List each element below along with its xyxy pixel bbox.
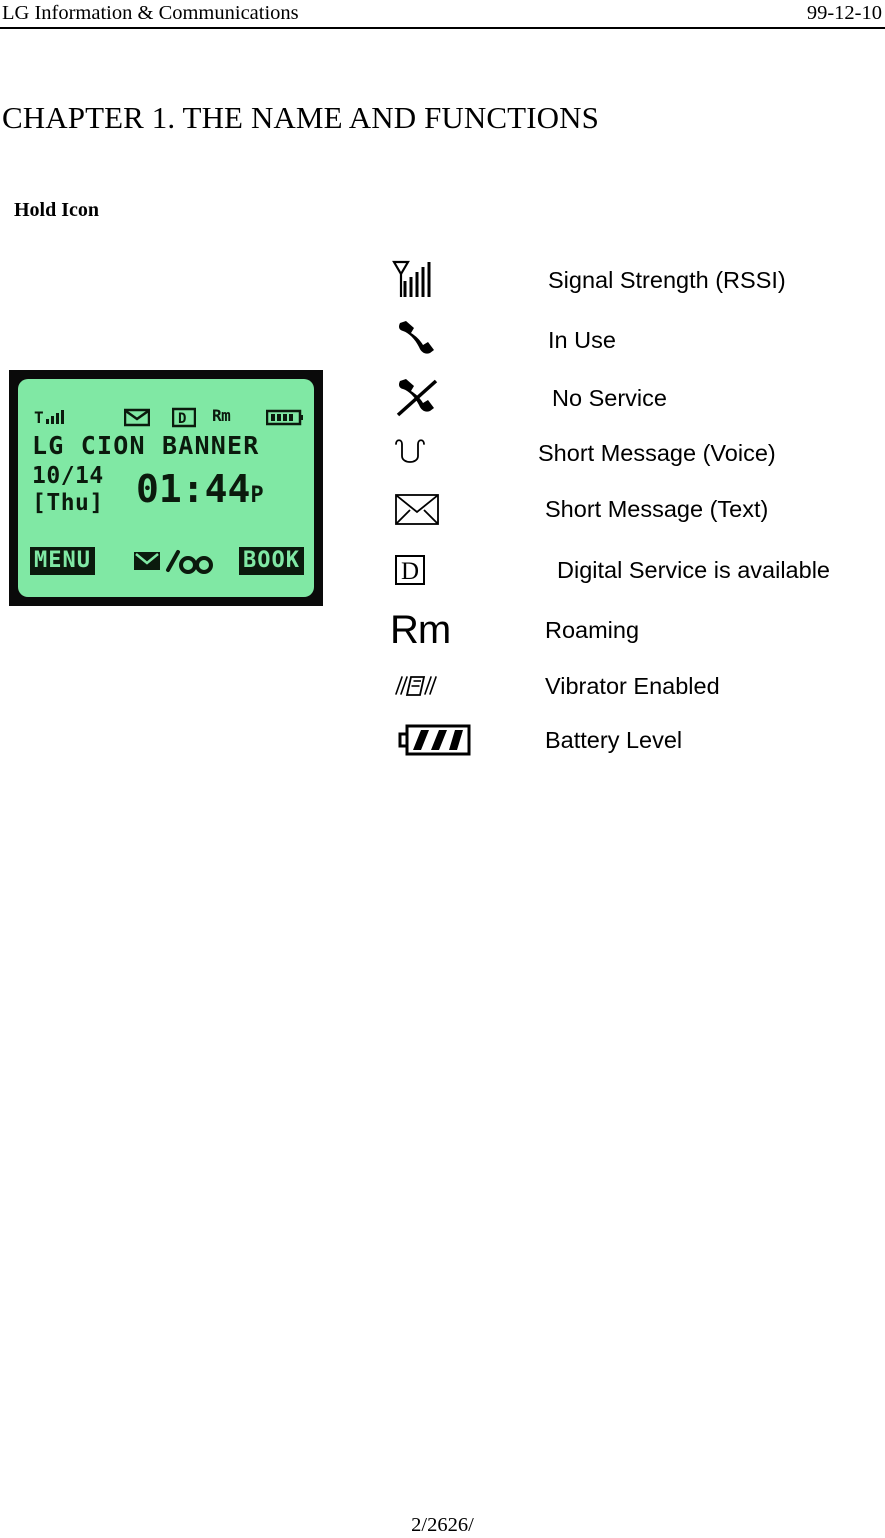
lcd-softkey-book: BOOK (239, 547, 304, 575)
roaming-rm-icon: Rm (212, 406, 231, 425)
legend-label: In Use (548, 326, 616, 353)
battery-icon (265, 406, 304, 432)
digital-service-icon: D (395, 539, 515, 601)
digital-d-icon: D (171, 406, 197, 432)
text-message-icon (393, 479, 513, 539)
legend-row: Short Message (Text) (390, 479, 885, 539)
handset-no-service-icon (392, 369, 512, 427)
lcd-time-ampm: P (250, 483, 264, 508)
legend-row: Battery Level (390, 712, 885, 767)
legend-label: Signal Strength (RSSI) (548, 267, 786, 293)
envelope-icon (123, 406, 151, 432)
header-date: 99-12-10 (806, 2, 882, 24)
lcd-date-text: 10/14 (32, 463, 104, 489)
legend-row: Rm Roaming (390, 601, 885, 659)
roaming-letters: Rm (390, 608, 451, 652)
legend-row: Short Message (Voice) (390, 427, 885, 479)
legend-label: Short Message (Voice) (538, 440, 776, 466)
signal-strength-icon (390, 250, 510, 310)
lcd-time-value: 01:44 (136, 467, 251, 511)
lcd-softkey-bar: MENU BOOK (28, 547, 306, 579)
page-footer: 2/2626/ (0, 1513, 885, 1538)
header-company-name: LG Information & Communications (2, 2, 299, 24)
legend-label: Battery Level (545, 726, 683, 753)
envelope-voicemail-icon (132, 548, 216, 576)
lcd-status-bar: T D Rm (32, 406, 304, 430)
battery-level-icon (397, 712, 517, 767)
chapter-title: CHAPTER 1. THE NAME AND FUNCTIONS (2, 100, 599, 135)
phone-lcd-screen: T D Rm LG CION BANNER 10/14 [Thu] 01:44P… (18, 379, 314, 597)
roaming-icon: Rm (390, 601, 510, 659)
legend-label: Short Message (Text) (545, 496, 769, 522)
lcd-day-of-week-text: [Thu] (32, 490, 104, 516)
legend-row: D Digital Service is available (390, 539, 885, 601)
voice-message-icon (390, 427, 510, 479)
legend-row: No Service (390, 369, 885, 427)
legend-label: Vibrator Enabled (545, 672, 720, 699)
legend-label: Digital Service is available (557, 557, 830, 583)
header-divider-rule (0, 27, 885, 29)
svg-text:T: T (34, 408, 44, 427)
handset-in-use-icon (392, 310, 512, 369)
page-number: 2/2626/ (411, 1514, 474, 1536)
icon-legend-table: Signal Strength (RSSI) In Use No Service… (390, 250, 885, 767)
lcd-softkey-menu: MENU (30, 547, 95, 575)
page-header: LG Information & Communications 99-12-10 (0, 0, 885, 27)
legend-label: No Service (552, 385, 667, 411)
legend-label: Roaming (545, 617, 640, 643)
svg-text:D: D (178, 411, 186, 427)
lcd-time-display: 01:44P (136, 467, 264, 518)
lcd-banner-text: LG CION BANNER (32, 431, 260, 460)
section-caption-hold-icon: Hold Icon (14, 199, 100, 221)
vibrator-icon (390, 659, 510, 712)
legend-row: In Use (390, 310, 885, 369)
legend-row: Vibrator Enabled (390, 659, 885, 712)
digital-service-letter: D (395, 555, 425, 585)
signal-bars-icon: T (34, 406, 68, 432)
phone-lcd-photo: T D Rm LG CION BANNER 10/14 [Thu] 01:44P… (9, 370, 323, 606)
legend-row: Signal Strength (RSSI) (390, 250, 885, 310)
